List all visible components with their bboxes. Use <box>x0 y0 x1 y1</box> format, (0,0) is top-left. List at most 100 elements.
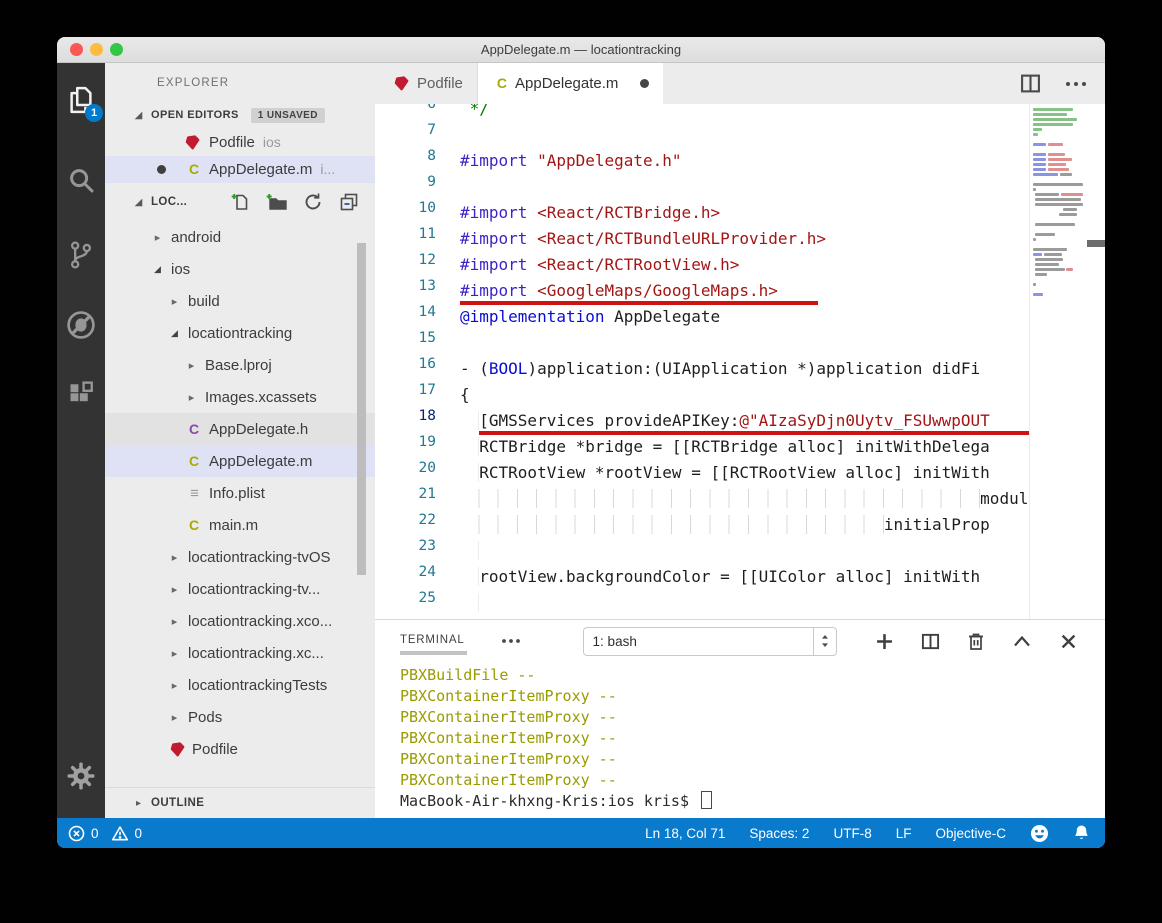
tree-file-podfile[interactable]: Podfile <box>105 733 375 765</box>
outline-section-header[interactable]: ▸ OUTLINE <box>105 787 375 818</box>
section-expanded-caret-icon: ◢ <box>132 197 145 208</box>
tree-folder-locationtracking[interactable]: ◢locationtracking <box>105 317 375 349</box>
tab-podfile[interactable]: Podfile <box>375 63 478 104</box>
close-window-button[interactable] <box>70 43 83 56</box>
code-line-7[interactable] <box>460 122 1030 148</box>
open-editors-section-header[interactable]: ◢ OPEN EDITORS 1 UNSAVED <box>105 101 375 129</box>
terminal-cursor <box>701 791 712 809</box>
tree-folder-images-xcassets[interactable]: ▸Images.xcassets <box>105 381 375 413</box>
code-line-24[interactable]: rootView.backgroundColor = [[UIColor all… <box>460 564 1030 590</box>
search-activity-button[interactable] <box>57 156 105 204</box>
collapse-all-button[interactable] <box>338 192 359 213</box>
refresh-button[interactable] <box>302 192 323 213</box>
new-terminal-button[interactable] <box>861 626 907 656</box>
tree-folder-locationtrackingtests[interactable]: ▸locationtrackingTests <box>105 669 375 701</box>
line-number: 9 <box>375 174 450 200</box>
line-number: 10 <box>375 200 450 226</box>
code-line-16[interactable]: - (BOOL)application:(UIApplication *)app… <box>460 356 1030 382</box>
tree-file-main-m[interactable]: Cmain.m <box>105 509 375 541</box>
code-line-10[interactable]: #import <React/RCTBridge.h> <box>460 200 1030 226</box>
code-line-21[interactable]: modul <box>460 486 1030 512</box>
terminal-line: PBXContainerItemProxy -- <box>400 749 1105 770</box>
code-line-6[interactable]: */ <box>460 104 1030 122</box>
editor-scrollbar[interactable] <box>1087 104 1105 619</box>
minimap[interactable] <box>1029 104 1087 619</box>
split-terminal-button[interactable] <box>907 626 953 656</box>
zoom-window-button[interactable] <box>110 43 123 56</box>
code-line-19[interactable]: RCTBridge *bridge = [[RCTBridge alloc] i… <box>460 434 1030 460</box>
new-file-button[interactable] <box>230 192 251 213</box>
code-line-20[interactable]: RCTRootView *rootView = [[RCTRootView al… <box>460 460 1030 486</box>
code-line-17[interactable]: { <box>460 382 1030 408</box>
tree-item-label: build <box>188 293 220 310</box>
sidebar-scrollbar[interactable] <box>357 243 366 575</box>
tree-folder-base-lproj[interactable]: ▸Base.lproj <box>105 349 375 381</box>
open-editor-item[interactable]: Podfileios <box>105 129 375 156</box>
open-editor-item[interactable]: CAppDelegate.mi... <box>105 156 375 183</box>
more-actions-button[interactable] <box>1065 80 1087 88</box>
split-editor-button[interactable] <box>1020 73 1041 94</box>
explorer-activity-button[interactable]: 1 <box>57 76 105 124</box>
code-line-23[interactable] <box>460 538 1030 564</box>
code-line-11[interactable]: #import <React/RCTBundleURLProvider.h> <box>460 226 1030 252</box>
folder-collapsed-caret-icon: ▸ <box>168 583 181 596</box>
tree-folder-locationtracking-xco-[interactable]: ▸locationtracking.xco... <box>105 605 375 637</box>
eol-status[interactable]: LF <box>896 826 912 841</box>
panel-more-icon[interactable] <box>501 638 521 644</box>
tab-appdelegate-m[interactable]: CAppDelegate.m <box>478 63 664 104</box>
close-panel-button[interactable] <box>1045 626 1091 656</box>
code-line-8[interactable]: #import "AppDelegate.h" <box>460 148 1030 174</box>
code-line-15[interactable] <box>460 330 1030 356</box>
folder-collapsed-caret-icon: ▸ <box>168 551 181 564</box>
editor-scrollbar-thumb[interactable] <box>1087 240 1105 247</box>
terminal-select[interactable]: 1: bash <box>583 627 837 656</box>
new-folder-button[interactable] <box>266 192 287 213</box>
code-line-13[interactable]: #import <GoogleMaps/GoogleMaps.h> <box>460 278 1030 304</box>
code-editor[interactable]: 678910111213141516171819202122232425 */#… <box>375 104 1105 619</box>
code-line-22[interactable]: initialProp <box>460 512 1030 538</box>
tree-folder-locationtracking-tv-[interactable]: ▸locationtracking-tv... <box>105 573 375 605</box>
tree-item-label: locationtracking.xco... <box>188 613 332 630</box>
code-line-12[interactable]: #import <React/RCTRootView.h> <box>460 252 1030 278</box>
kill-terminal-button[interactable] <box>953 626 999 656</box>
problems-status[interactable]: 0 0 <box>57 825 142 842</box>
tree-folder-android[interactable]: ▸android <box>105 221 375 253</box>
debug-activity-button[interactable] <box>57 301 105 349</box>
line-number: 8 <box>375 148 450 174</box>
cursor-position-status[interactable]: Ln 18, Col 71 <box>645 826 725 841</box>
code-line-25[interactable] <box>460 590 1030 616</box>
feedback-smiley-button[interactable] <box>1030 824 1049 843</box>
encoding-status[interactable]: UTF-8 <box>833 826 871 841</box>
folder-collapsed-caret-icon: ▸ <box>185 391 198 404</box>
notifications-bell-button[interactable] <box>1073 824 1090 843</box>
tab-bar: PodfileCAppDelegate.m <box>375 63 1105 104</box>
folder-section-header[interactable]: ◢ LOC... <box>105 183 375 221</box>
minimize-window-button[interactable] <box>90 43 103 56</box>
tree-file-info-plist[interactable]: ≡Info.plist <box>105 477 375 509</box>
tree-folder-locationtracking-xc-[interactable]: ▸locationtracking.xc... <box>105 637 375 669</box>
folder-collapsed-caret-icon: ▸ <box>168 679 181 692</box>
tree-folder-pods[interactable]: ▸Pods <box>105 701 375 733</box>
maximize-panel-button[interactable] <box>999 626 1045 656</box>
tree-folder-locationtracking-tvos[interactable]: ▸locationtracking-tvOS <box>105 541 375 573</box>
code-line-9[interactable] <box>460 174 1030 200</box>
indentation-status[interactable]: Spaces: 2 <box>749 826 809 841</box>
tree-folder-ios[interactable]: ◢ios <box>105 253 375 285</box>
code-line-18[interactable]: [GMSServices provideAPIKey:@"AIzaSyDjn0U… <box>460 408 1030 434</box>
terminal-output[interactable]: PBXBuildFile --PBXContainerItemProxy --P… <box>375 662 1105 820</box>
tree-file-appdelegate-m[interactable]: CAppDelegate.m <box>105 445 375 477</box>
tree-file-appdelegate-h[interactable]: CAppDelegate.h <box>105 413 375 445</box>
tab-label: AppDelegate.m <box>515 75 618 92</box>
title-bar[interactable]: AppDelegate.m — locationtracking <box>57 37 1105 63</box>
source-control-activity-button[interactable] <box>57 231 105 279</box>
vscode-window: AppDelegate.m — locationtracking 1 <box>57 37 1105 848</box>
settings-button[interactable] <box>57 752 105 800</box>
language-mode-status[interactable]: Objective-C <box>935 826 1006 841</box>
tab-terminal[interactable]: TERMINAL <box>400 634 465 648</box>
tree-folder-build[interactable]: ▸build <box>105 285 375 317</box>
warning-count: 0 <box>135 826 143 841</box>
line-number: 25 <box>375 590 450 616</box>
code-line-14[interactable]: @implementation AppDelegate <box>460 304 1030 330</box>
extensions-activity-button[interactable] <box>57 371 105 419</box>
code-content[interactable]: */ #import "AppDelegate.h" #import <React/… <box>460 104 1030 619</box>
